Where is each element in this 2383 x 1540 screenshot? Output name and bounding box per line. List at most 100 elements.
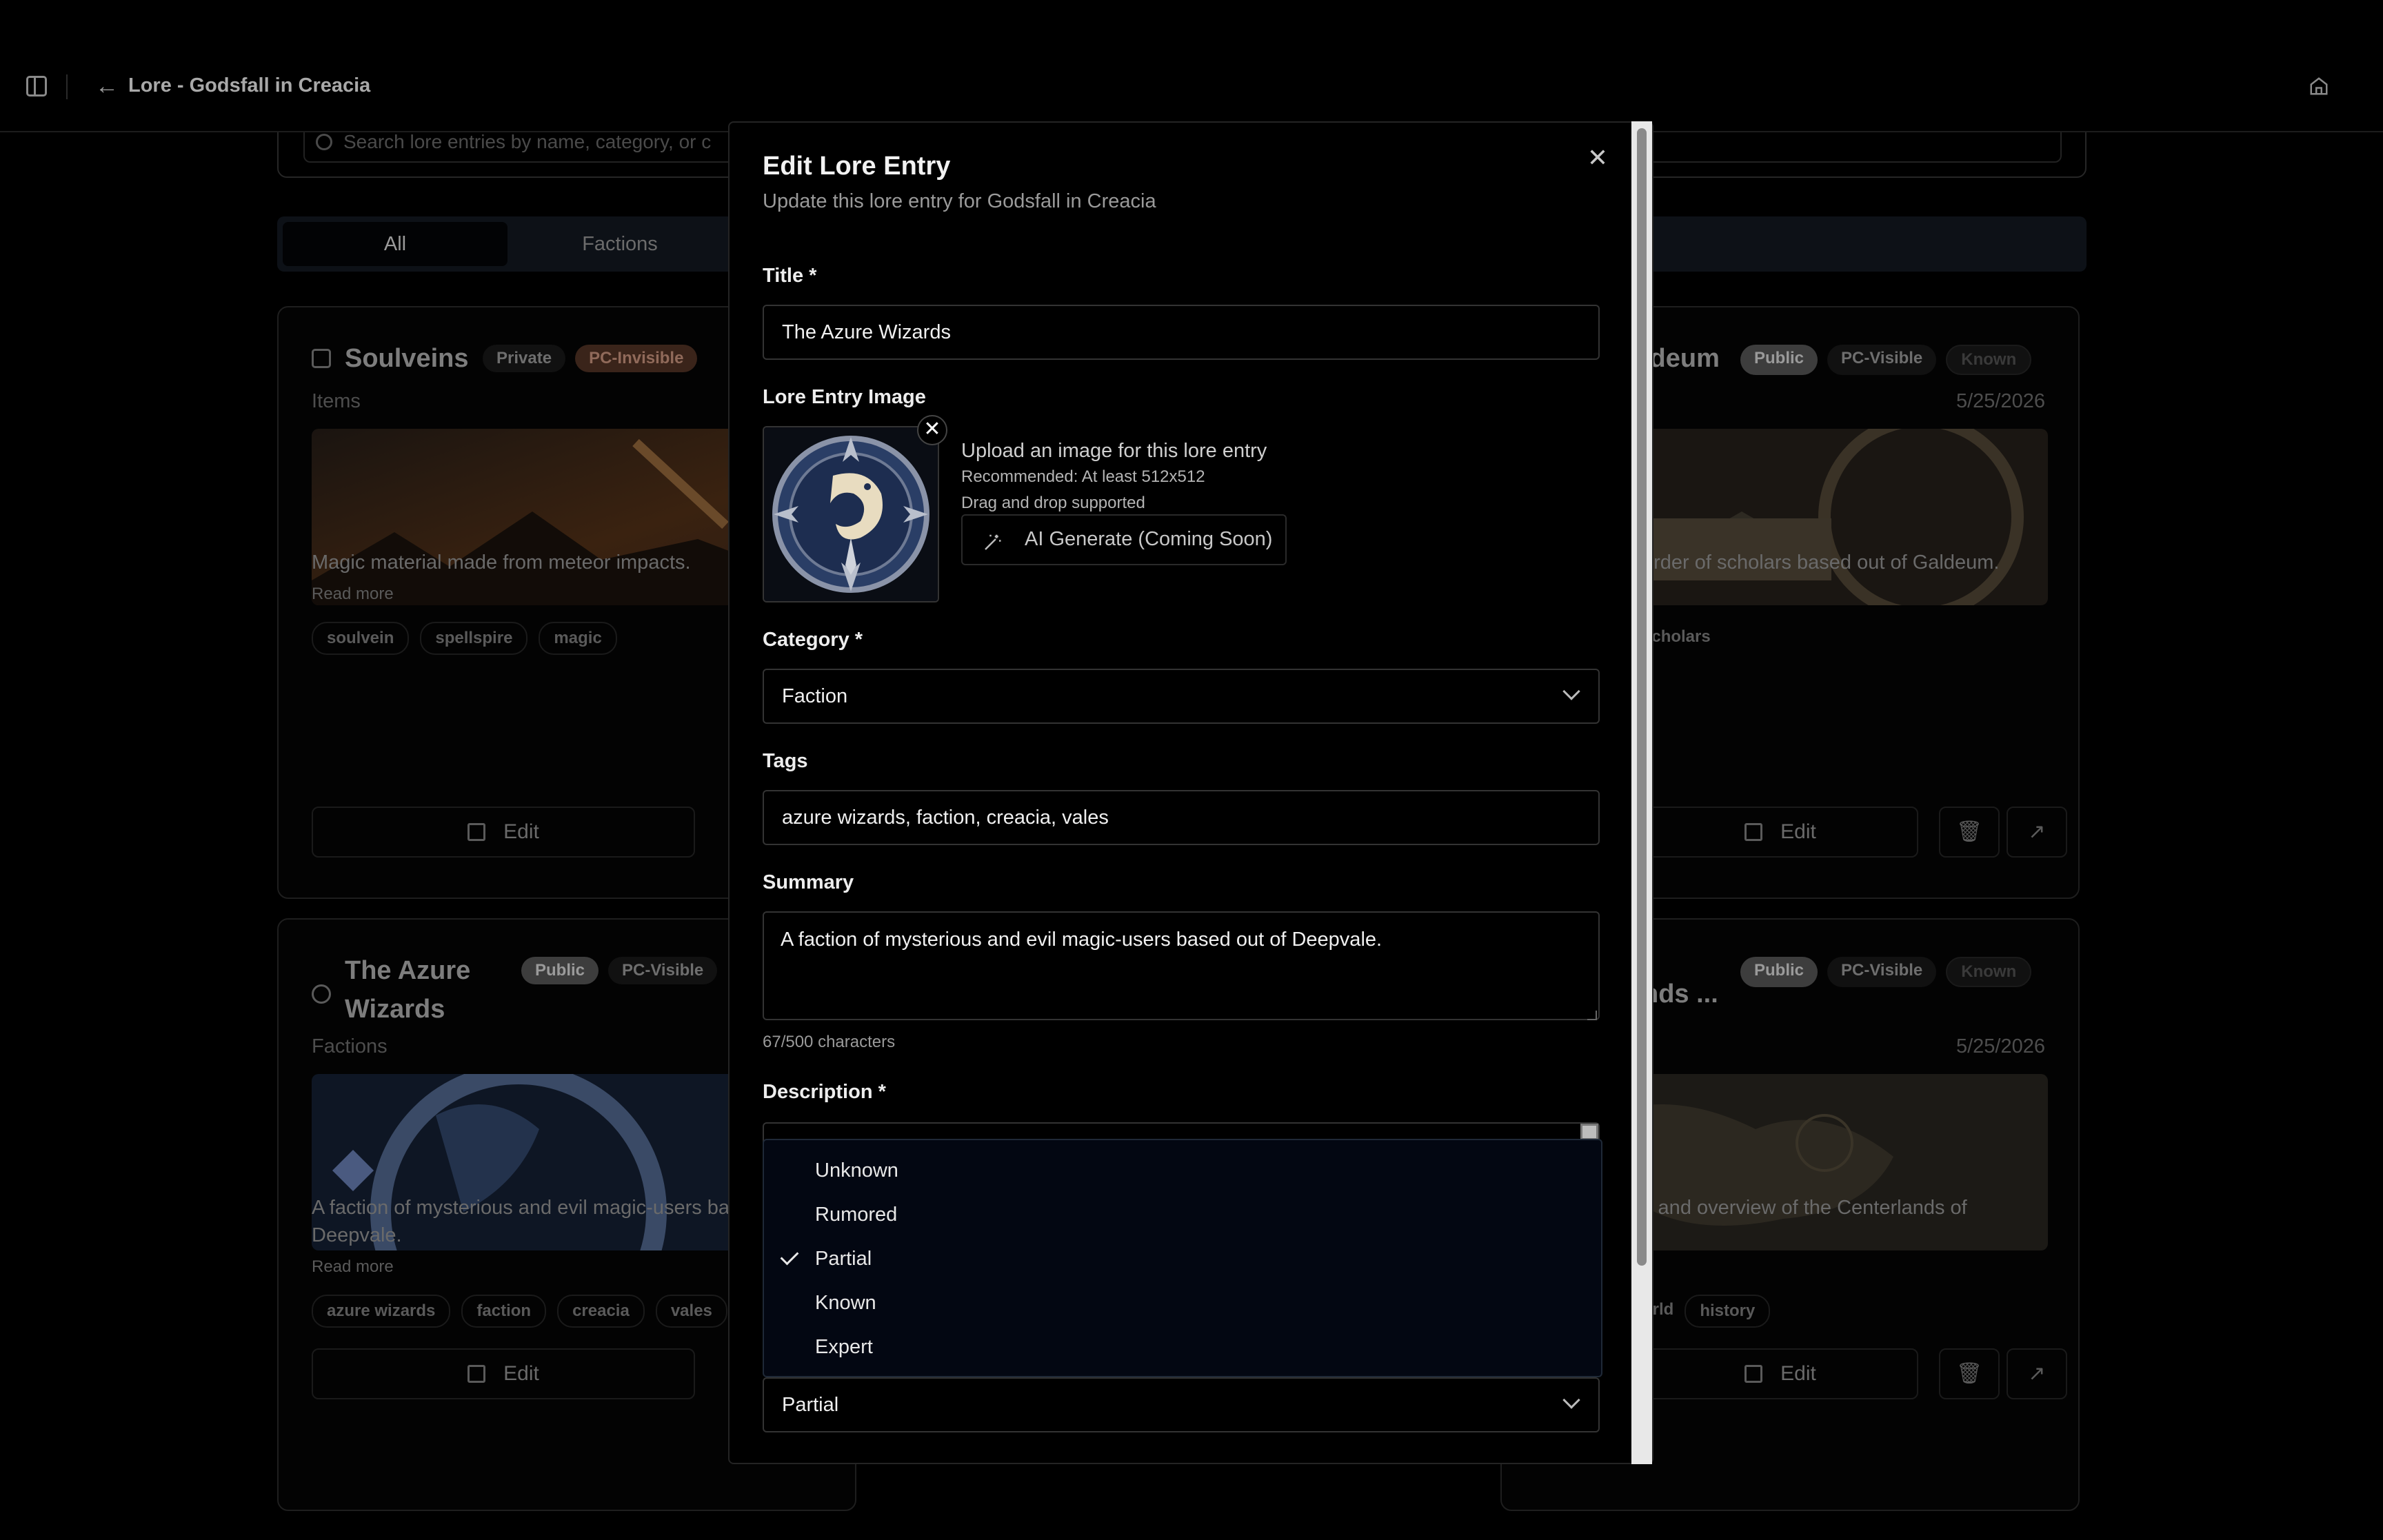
remove-image-button[interactable]: ✕ <box>917 415 947 445</box>
knowledge-badge: Known <box>1946 345 2032 375</box>
breadcrumb: Lore - Godsfall in Creacia <box>128 74 371 97</box>
edit-label: Edit <box>503 1362 539 1385</box>
summary-line-2: Deepvale. <box>312 1224 402 1246</box>
tab-factions[interactable]: Factions <box>507 222 732 266</box>
card-category: Factions <box>312 1035 388 1057</box>
card-badges: Public PC-Visible Known <box>1740 957 2032 987</box>
card-title: nds ... <box>1642 980 1718 1009</box>
dialog-subtitle: Update this lore entry for Godsfall in C… <box>763 190 1156 212</box>
search-placeholder: Search lore entries by name, category, o… <box>343 132 712 152</box>
edit-button[interactable]: Edit <box>1642 807 1918 858</box>
box-icon <box>312 349 331 368</box>
title-value: The Azure Wizards <box>782 321 951 343</box>
option-label: Partial <box>815 1248 872 1270</box>
tag-pill: creacia <box>557 1295 645 1328</box>
edit-lore-dialog: ✕ Edit Lore Entry Update this lore entry… <box>728 121 1653 1464</box>
edit-icon <box>1744 823 1763 841</box>
title-input[interactable]: The Azure Wizards <box>763 305 1600 360</box>
dialog-scrollbar[interactable] <box>1631 121 1652 1464</box>
sidebar-toggle-icon[interactable] <box>26 76 47 97</box>
card-tags: soulvein spellspire magic <box>312 622 617 655</box>
card-badges: Private PC-Invisible <box>483 345 698 372</box>
upload-drag-hint: Drag and drop supported <box>961 494 1145 512</box>
card-date: 5/25/2026 <box>1955 390 2045 412</box>
resize-handle-icon[interactable] <box>1587 1011 1597 1020</box>
tag-pill: magic <box>539 622 617 655</box>
card-badges: Public PC-Visible Known <box>1740 345 2032 375</box>
card-date: 5/25/2026 <box>1955 1035 2045 1057</box>
upload-instructions: Upload an image for this lore entry <box>961 440 1267 462</box>
knowledge-level-select[interactable]: Partial <box>763 1377 1600 1432</box>
dragon-emblem-image <box>764 427 938 601</box>
tags-input[interactable]: azure wizards, faction, creacia, vales <box>763 790 1600 845</box>
edit-button[interactable]: Edit <box>312 1348 695 1399</box>
option-unknown[interactable]: Unknown <box>764 1148 1601 1193</box>
pc-visibility-badge: PC-Visible <box>1827 345 1937 375</box>
edit-label: Edit <box>1780 1362 1816 1385</box>
top-bar: ← Lore - Godsfall in Creacia <box>0 0 2383 132</box>
dialog-title: Edit Lore Entry <box>763 152 951 181</box>
card-title: ldeum <box>1642 344 1720 373</box>
ai-generate-label: AI Generate (Coming Soon) <box>1025 528 1273 550</box>
category-select[interactable]: Faction <box>763 669 1600 724</box>
option-partial[interactable]: Partial <box>764 1237 1601 1281</box>
edit-icon <box>467 1365 486 1383</box>
card-tags: orld history <box>1642 1295 1771 1328</box>
knowledge-badge: Known <box>1946 957 2032 987</box>
tags-value: azure wizards, faction, creacia, vales <box>782 807 1109 829</box>
option-label: Expert <box>815 1336 873 1358</box>
summary-line-1: A faction of mysterious and evil magic-u… <box>312 1197 730 1219</box>
check-icon <box>780 1246 799 1266</box>
edit-label: Edit <box>503 820 539 843</box>
knowledge-level-value: Partial <box>782 1394 839 1416</box>
ai-generate-button[interactable]: AI Generate (Coming Soon) <box>961 514 1287 565</box>
upload-recommendation: Recommended: At least 512x512 <box>961 467 1205 486</box>
option-label: Known <box>815 1292 876 1314</box>
arrow-left-icon[interactable]: ← <box>95 73 119 100</box>
pc-visibility-badge: PC-Visible <box>608 957 718 984</box>
card-summary: order of scholars based out of Galdeum. <box>1642 551 2000 574</box>
tags-label: Tags <box>763 750 808 772</box>
magic-wand-icon <box>985 534 1001 550</box>
option-expert[interactable]: Expert <box>764 1325 1601 1369</box>
tag-pill: vales <box>655 1295 727 1328</box>
visibility-badge: Private <box>483 345 566 372</box>
home-icon[interactable] <box>2309 76 2329 97</box>
description-scroll-thumb[interactable] <box>1580 1124 1598 1140</box>
tag-pill: history <box>1685 1295 1771 1328</box>
category-value: Faction <box>782 685 848 707</box>
visibility-badge: Public <box>521 957 599 984</box>
option-label: Rumored <box>815 1204 898 1226</box>
header-divider <box>66 74 68 99</box>
lore-entry-image[interactable] <box>763 426 939 602</box>
open-external-button[interactable]: ↗ <box>2007 1348 2067 1399</box>
delete-button[interactable]: 🗑 <box>1939 1348 2000 1399</box>
category-label: Category * <box>763 629 863 651</box>
tag-pill: faction <box>461 1295 547 1328</box>
card-badges: Public PC-Visible <box>521 957 718 984</box>
tab-all[interactable]: All <box>283 222 507 266</box>
summary-label: Summary <box>763 871 854 893</box>
summary-textarea[interactable]: A faction of mysterious and evil magic-u… <box>763 911 1600 1020</box>
search-icon <box>316 134 332 150</box>
crown-icon <box>312 984 331 1004</box>
option-known[interactable]: Known <box>764 1281 1601 1325</box>
title-label: Title * <box>763 265 817 287</box>
card-title: The Azure Wizards <box>345 956 471 1024</box>
card-category: Items <box>312 390 361 412</box>
edit-icon <box>1744 1365 1763 1383</box>
read-more-link[interactable]: Read more <box>312 1257 394 1277</box>
edit-button[interactable]: Edit <box>1642 1348 1918 1399</box>
edit-button[interactable]: Edit <box>312 807 695 858</box>
chevron-down-icon <box>1562 682 1580 700</box>
card-summary: y and overview of the Centerlands of <box>1642 1197 1967 1219</box>
scrollbar-thumb[interactable] <box>1637 128 1647 1266</box>
close-icon[interactable]: ✕ <box>1587 143 1608 172</box>
read-more-link[interactable]: Read more <box>312 585 394 604</box>
description-label: Description * <box>763 1081 886 1103</box>
visibility-badge: Public <box>1740 957 1818 987</box>
option-rumored[interactable]: Rumored <box>764 1193 1601 1237</box>
summary-char-count: 67/500 characters <box>763 1033 896 1051</box>
open-external-button[interactable]: ↗ <box>2007 807 2067 858</box>
delete-button[interactable]: 🗑 <box>1939 807 2000 858</box>
